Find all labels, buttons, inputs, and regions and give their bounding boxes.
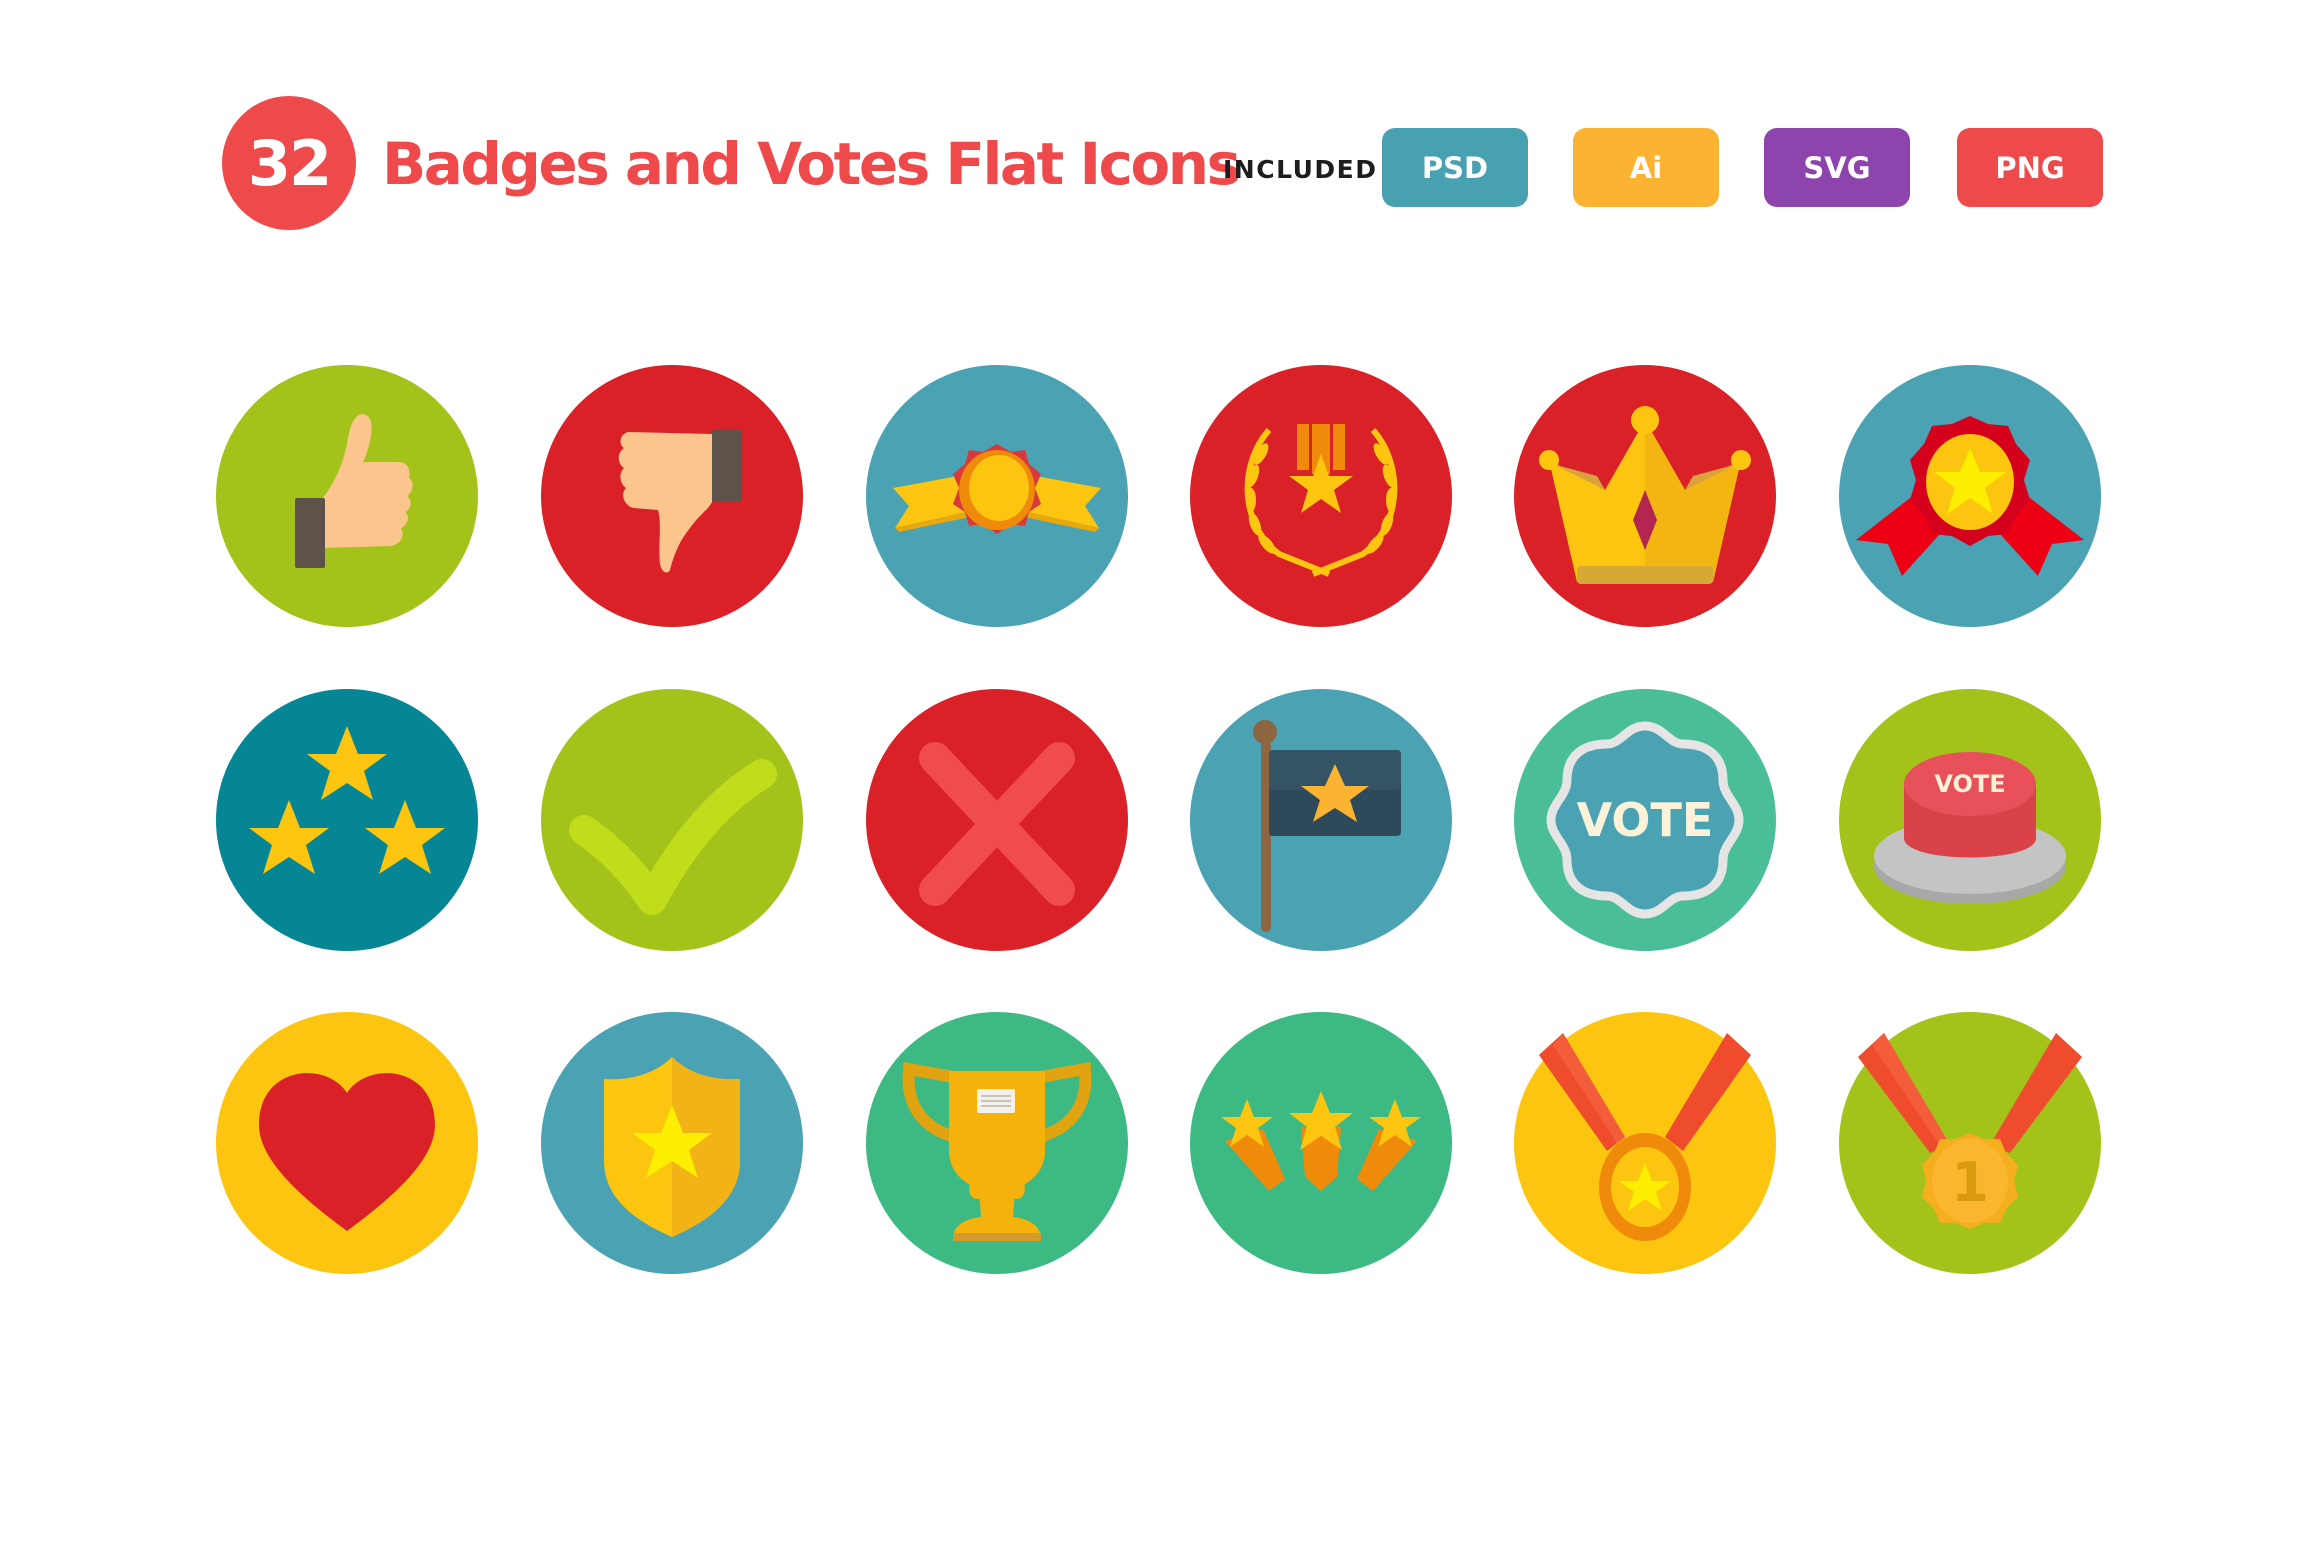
ribbon-seal-icon <box>865 364 1129 628</box>
icon-count-badge: 32 <box>222 96 356 230</box>
included-label: INCLUDED <box>1223 155 1378 184</box>
medal-number: 1 <box>1951 1151 1989 1214</box>
first-place-medal-icon: 1 <box>1838 1011 2102 1275</box>
format-label: Ai <box>1629 150 1663 185</box>
three-stars-icon <box>215 688 479 952</box>
shooting-stars-icon <box>1189 1011 1453 1275</box>
format-badge-png[interactable]: PNG <box>1957 128 2103 207</box>
star-flag-icon <box>1189 688 1453 952</box>
vote-button-text: VOTE <box>1934 770 2005 798</box>
format-badge-ai[interactable]: Ai <box>1573 128 1719 207</box>
format-label: PNG <box>1995 150 2065 185</box>
thumbs-down-icon <box>540 364 804 628</box>
format-label: SVG <box>1803 150 1871 185</box>
laurel-medal-icon <box>1189 364 1453 628</box>
icon-count: 32 <box>247 126 332 200</box>
heart-icon <box>215 1011 479 1275</box>
format-label: PSD <box>1421 150 1489 185</box>
vote-badge-text: VOTE <box>1577 793 1714 847</box>
rosette-star-icon <box>1838 364 2102 628</box>
page-title: Badges and Votes Flat Icons <box>382 130 1241 198</box>
vote-badge-icon: VOTE <box>1513 688 1777 952</box>
checkmark-icon <box>540 688 804 952</box>
crown-icon <box>1513 364 1777 628</box>
vote-button-icon[interactable]: VOTE <box>1838 688 2102 952</box>
shield-star-icon <box>540 1011 804 1275</box>
star-medal-icon <box>1513 1011 1777 1275</box>
cross-icon <box>865 688 1129 952</box>
thumbs-up-icon <box>215 364 479 628</box>
format-badge-psd[interactable]: PSD <box>1382 128 1528 207</box>
trophy-icon <box>865 1011 1129 1275</box>
format-badge-svg[interactable]: SVG <box>1764 128 1910 207</box>
header: 32 Badges and Votes Flat Icons INCLUDED … <box>0 0 2320 260</box>
